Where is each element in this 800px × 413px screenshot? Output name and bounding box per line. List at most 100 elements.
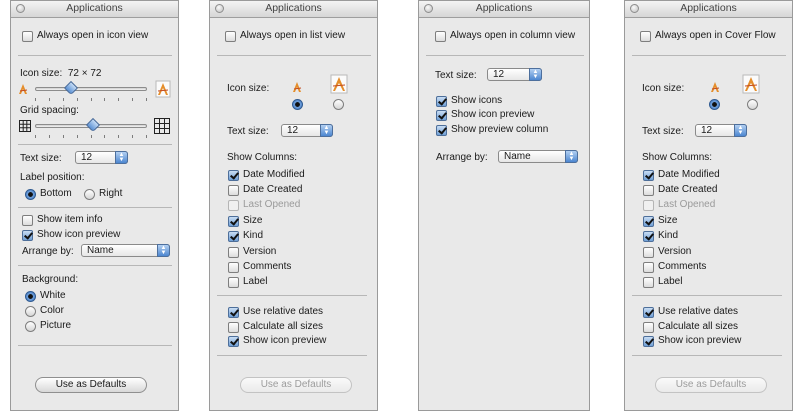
icon-size-slider-thumb[interactable] [63, 80, 78, 96]
checkbox-box[interactable] [228, 215, 239, 227]
column-version-checkbox[interactable]: Version [228, 246, 276, 258]
checkbox-box[interactable] [643, 335, 654, 347]
checkbox-box[interactable] [22, 214, 33, 226]
use-as-defaults-button[interactable]: Use as Defaults [240, 377, 352, 393]
always-open-checkbox[interactable]: Always open in icon view [22, 30, 148, 42]
checkbox-box[interactable] [643, 184, 654, 196]
icon-view-options-panel: Applications Always open in icon view Ic… [10, 0, 179, 411]
checkbox-box[interactable] [228, 306, 239, 318]
use-as-defaults-button[interactable]: Use as Defaults [35, 377, 147, 393]
checkbox-box[interactable] [643, 306, 654, 318]
show-icons-checkbox[interactable]: Show icons [436, 95, 502, 107]
checkbox-box[interactable] [643, 169, 654, 181]
grid-spacing-slider-thumb[interactable] [86, 117, 101, 133]
show-icon-preview-checkbox[interactable]: Show icon preview [228, 335, 326, 347]
background-picture-radio[interactable]: Picture [25, 320, 71, 332]
radio-dot[interactable] [747, 99, 758, 110]
column-version-checkbox[interactable]: Version [643, 246, 691, 258]
checkbox-box[interactable] [643, 246, 654, 258]
checkbox-box[interactable] [228, 246, 239, 258]
radio-dot[interactable] [292, 99, 303, 110]
checkbox-label: Show icon preview [37, 229, 121, 240]
radio-dot[interactable] [25, 188, 36, 200]
column-date-created-checkbox[interactable]: Date Created [643, 184, 717, 196]
column-date-modified-checkbox[interactable]: Date Modified [228, 169, 305, 181]
close-window-button[interactable] [630, 4, 639, 13]
text-size-select[interactable]: 12 ▲ ▼ [281, 124, 333, 137]
label-position-bottom-radio[interactable]: Bottom [25, 188, 72, 200]
column-label-checkbox[interactable]: Label [643, 276, 682, 288]
always-open-checkbox[interactable]: Always open in Cover Flow [640, 30, 776, 42]
use-relative-dates-checkbox[interactable]: Use relative dates [228, 306, 323, 318]
show-preview-column-checkbox[interactable]: Show preview column [436, 124, 548, 136]
checkbox-box[interactable] [436, 95, 447, 107]
title-bar: Applications [625, 1, 792, 18]
checkbox-box[interactable] [225, 30, 236, 42]
calculate-all-sizes-checkbox[interactable]: Calculate all sizes [228, 321, 323, 333]
checkbox-box[interactable] [643, 261, 654, 273]
show-item-info-checkbox[interactable]: Show item info [22, 214, 103, 226]
radio-dot[interactable] [84, 188, 95, 200]
background-color-radio[interactable]: Color [25, 305, 64, 317]
column-size-checkbox[interactable]: Size [643, 215, 677, 227]
checkbox-box[interactable] [643, 215, 654, 227]
column-kind-checkbox[interactable]: Kind [643, 230, 678, 242]
arrange-by-select[interactable]: Name ▲ ▼ [81, 244, 170, 257]
radio-dot[interactable] [709, 99, 720, 110]
checkbox-box[interactable] [643, 321, 654, 333]
checkbox-label: Show icon preview [243, 335, 327, 346]
checkbox-box[interactable] [228, 276, 239, 288]
calculate-all-sizes-checkbox[interactable]: Calculate all sizes [643, 321, 738, 333]
show-icon-preview-checkbox[interactable]: Show icon preview [643, 335, 741, 347]
show-icon-preview-checkbox[interactable]: Show icon preview [436, 109, 534, 121]
radio-dot[interactable] [25, 320, 36, 332]
radio-dot[interactable] [333, 99, 344, 110]
background-white-radio[interactable]: White [25, 290, 66, 302]
checkbox-box[interactable] [22, 229, 33, 241]
checkbox-box[interactable] [640, 30, 651, 42]
checkbox-box[interactable] [228, 335, 239, 347]
text-size-select[interactable]: 12 ▲ ▼ [487, 68, 542, 81]
icon-size-small-radio[interactable] [292, 99, 307, 110]
radio-dot[interactable] [25, 290, 36, 302]
icon-size-small-radio[interactable] [709, 99, 724, 110]
column-comments-checkbox[interactable]: Comments [643, 261, 706, 273]
text-size-select[interactable]: 12 ▲ ▼ [695, 124, 747, 137]
checkbox-box[interactable] [643, 230, 654, 242]
checkbox-box[interactable] [436, 124, 447, 136]
show-icon-preview-checkbox[interactable]: Show icon preview [22, 229, 120, 241]
icon-size-large-radio[interactable] [333, 99, 348, 110]
icon-size-slider[interactable] [35, 87, 147, 91]
grid-spacing-label: Grid spacing: [20, 105, 79, 116]
checkbox-box[interactable] [435, 30, 446, 42]
label-position-right-radio[interactable]: Right [84, 188, 122, 200]
column-size-checkbox[interactable]: Size [228, 215, 262, 227]
icon-size-large-radio[interactable] [747, 99, 762, 110]
close-window-button[interactable] [424, 4, 433, 13]
separator [18, 144, 172, 145]
column-kind-checkbox[interactable]: Kind [228, 230, 263, 242]
close-window-button[interactable] [215, 4, 224, 13]
checkbox-box[interactable] [228, 230, 239, 242]
use-as-defaults-button[interactable]: Use as Defaults [655, 377, 767, 393]
close-window-button[interactable] [16, 4, 25, 13]
always-open-checkbox[interactable]: Always open in column view [435, 30, 575, 42]
arrange-by-select[interactable]: Name ▲ ▼ [498, 150, 578, 163]
checkbox-box[interactable] [436, 109, 447, 121]
column-label-checkbox[interactable]: Label [228, 276, 267, 288]
checkbox-box[interactable] [22, 30, 33, 42]
checkbox-box[interactable] [228, 169, 239, 181]
checkbox-box[interactable] [228, 321, 239, 333]
column-date-modified-checkbox[interactable]: Date Modified [643, 169, 720, 181]
column-comments-checkbox[interactable]: Comments [228, 261, 291, 273]
use-relative-dates-checkbox[interactable]: Use relative dates [643, 306, 738, 318]
checkbox-box[interactable] [643, 276, 654, 288]
large-grid-icon [154, 118, 170, 134]
checkbox-box[interactable] [228, 261, 239, 273]
radio-dot[interactable] [25, 305, 36, 317]
text-size-select[interactable]: 12 ▲ ▼ [75, 151, 128, 164]
checkbox-box[interactable] [228, 184, 239, 196]
large-app-icon [330, 74, 348, 94]
always-open-checkbox[interactable]: Always open in list view [225, 30, 345, 42]
column-date-created-checkbox[interactable]: Date Created [228, 184, 302, 196]
